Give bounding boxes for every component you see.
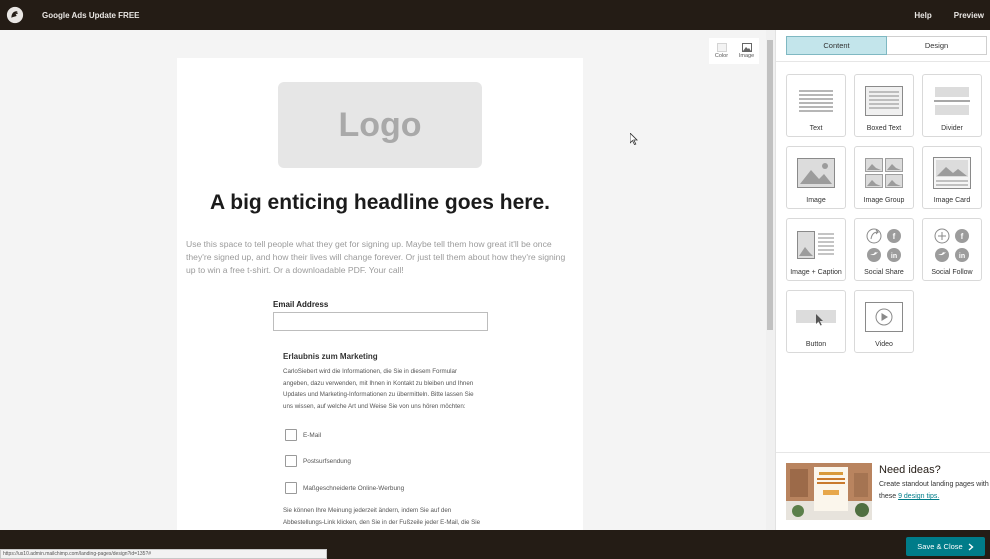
social-share-icon: f in bbox=[866, 228, 901, 262]
image-tool[interactable]: Image bbox=[734, 38, 759, 64]
help-link[interactable]: Help bbox=[914, 11, 931, 20]
block-image-card[interactable]: Image Card bbox=[922, 146, 982, 209]
option-label: Postsurfsendung bbox=[303, 457, 351, 465]
block-label: Image Card bbox=[933, 197, 971, 204]
block-label: Boxed Text bbox=[866, 125, 902, 132]
text-block-icon bbox=[799, 90, 833, 112]
mailchimp-logo-icon[interactable] bbox=[0, 0, 30, 30]
mouse-cursor-icon bbox=[630, 133, 638, 145]
option-email[interactable]: E-Mail bbox=[285, 429, 321, 441]
block-image[interactable]: Image bbox=[786, 146, 846, 209]
image-caption-icon bbox=[797, 231, 834, 259]
checkbox[interactable] bbox=[285, 482, 297, 494]
divider-icon bbox=[934, 87, 970, 115]
svg-text:in: in bbox=[891, 253, 897, 260]
marketing-title: Erlaubnis zum Marketing bbox=[283, 352, 378, 361]
block-divider[interactable]: Divider bbox=[922, 74, 982, 137]
preview-link[interactable]: Preview bbox=[954, 11, 984, 20]
block-social-share[interactable]: f in Social Share bbox=[854, 218, 914, 281]
block-label: Image bbox=[806, 197, 826, 204]
block-label: Divider bbox=[941, 125, 963, 132]
ideas-thumbnail[interactable] bbox=[786, 463, 872, 520]
panel-tabs: Content Design bbox=[786, 36, 987, 55]
checkbox[interactable] bbox=[285, 455, 297, 467]
content-panel: Content Design Text Boxed Text Divider I… bbox=[775, 30, 990, 530]
scrollbar-thumb[interactable] bbox=[767, 40, 773, 330]
social-follow-icon: f in bbox=[934, 228, 969, 262]
block-label: Social Share bbox=[864, 269, 904, 276]
block-label: Image + Caption bbox=[790, 269, 842, 276]
svg-text:in: in bbox=[959, 253, 965, 260]
logo-placeholder[interactable]: Logo bbox=[278, 82, 482, 168]
video-icon bbox=[865, 302, 903, 332]
marketing-text: CarloSiebert wird die Informationen, die… bbox=[283, 368, 474, 410]
block-label: Image Group bbox=[863, 197, 905, 204]
chevron-right-icon bbox=[968, 542, 974, 551]
tab-design[interactable]: Design bbox=[887, 36, 987, 55]
divider bbox=[776, 61, 990, 62]
save-close-label: Save & Close bbox=[917, 542, 963, 551]
image-icon bbox=[797, 158, 835, 188]
canvas-scrollbar[interactable] bbox=[766, 30, 775, 530]
checkbox[interactable] bbox=[285, 429, 297, 441]
block-video[interactable]: Video bbox=[854, 290, 914, 353]
email-input[interactable] bbox=[273, 312, 488, 331]
email-label: Email Address bbox=[273, 300, 329, 309]
status-url: https://us10.admin.mailchimp.com/landing… bbox=[0, 549, 327, 559]
color-tool[interactable]: Color bbox=[709, 38, 734, 64]
logo-placeholder-text: Logo bbox=[338, 105, 422, 144]
ideas-title: Need ideas? bbox=[879, 464, 941, 476]
block-label: Video bbox=[875, 341, 893, 348]
block-boxed-text[interactable]: Boxed Text bbox=[854, 74, 914, 137]
block-button[interactable]: Button bbox=[786, 290, 846, 353]
svg-text:f: f bbox=[961, 232, 964, 241]
save-close-button[interactable]: Save & Close bbox=[906, 537, 985, 556]
block-image-group[interactable]: Image Group bbox=[854, 146, 914, 209]
image-card-icon bbox=[933, 157, 971, 189]
mini-toolbar: Color Image bbox=[709, 38, 759, 64]
image-tool-label: Image bbox=[738, 53, 755, 59]
image-group-icon bbox=[865, 158, 903, 188]
intro-text[interactable]: Use this space to tell people what they … bbox=[186, 238, 574, 277]
ideas-text: Create standout landing pages with these… bbox=[879, 479, 989, 503]
option-post[interactable]: Postsurfsendung bbox=[285, 455, 351, 467]
landing-page-preview: Logo A big enticing headline goes here. … bbox=[177, 58, 583, 530]
headline[interactable]: A big enticing headline goes here. bbox=[177, 191, 583, 215]
tab-content[interactable]: Content bbox=[786, 36, 887, 55]
option-label: Maßgeschneiderte Online-Werbung bbox=[303, 484, 405, 492]
editor-canvas: Logo A big enticing headline goes here. … bbox=[0, 30, 766, 530]
design-tips-link[interactable]: 9 design tips. bbox=[898, 493, 939, 500]
block-social-follow[interactable]: f in Social Follow bbox=[922, 218, 982, 281]
page-title: Google Ads Update FREE bbox=[42, 10, 140, 20]
marketing-bottom-text: Sie können Ihre Meinung jederzeit ändern… bbox=[283, 507, 481, 526]
color-tool-label: Color bbox=[714, 53, 729, 59]
block-image-caption[interactable]: Image + Caption bbox=[786, 218, 846, 281]
divider bbox=[776, 452, 990, 453]
block-label: Social Follow bbox=[931, 269, 973, 276]
svg-text:f: f bbox=[893, 232, 896, 241]
block-label: Text bbox=[809, 125, 823, 132]
image-icon bbox=[741, 43, 752, 52]
content-blocks-grid: Text Boxed Text Divider Image Image Grou… bbox=[786, 74, 982, 353]
ideas-thumbnail-image bbox=[786, 463, 872, 520]
boxed-text-icon bbox=[865, 86, 903, 116]
block-label: Button bbox=[805, 341, 827, 348]
color-swatch-icon bbox=[716, 43, 727, 52]
option-label: E-Mail bbox=[303, 431, 322, 439]
top-bar: Google Ads Update FREE Help Preview bbox=[0, 0, 990, 30]
option-online-ads[interactable]: Maßgeschneiderte Online-Werbung bbox=[285, 482, 404, 494]
button-icon bbox=[796, 310, 836, 326]
block-text[interactable]: Text bbox=[786, 74, 846, 137]
